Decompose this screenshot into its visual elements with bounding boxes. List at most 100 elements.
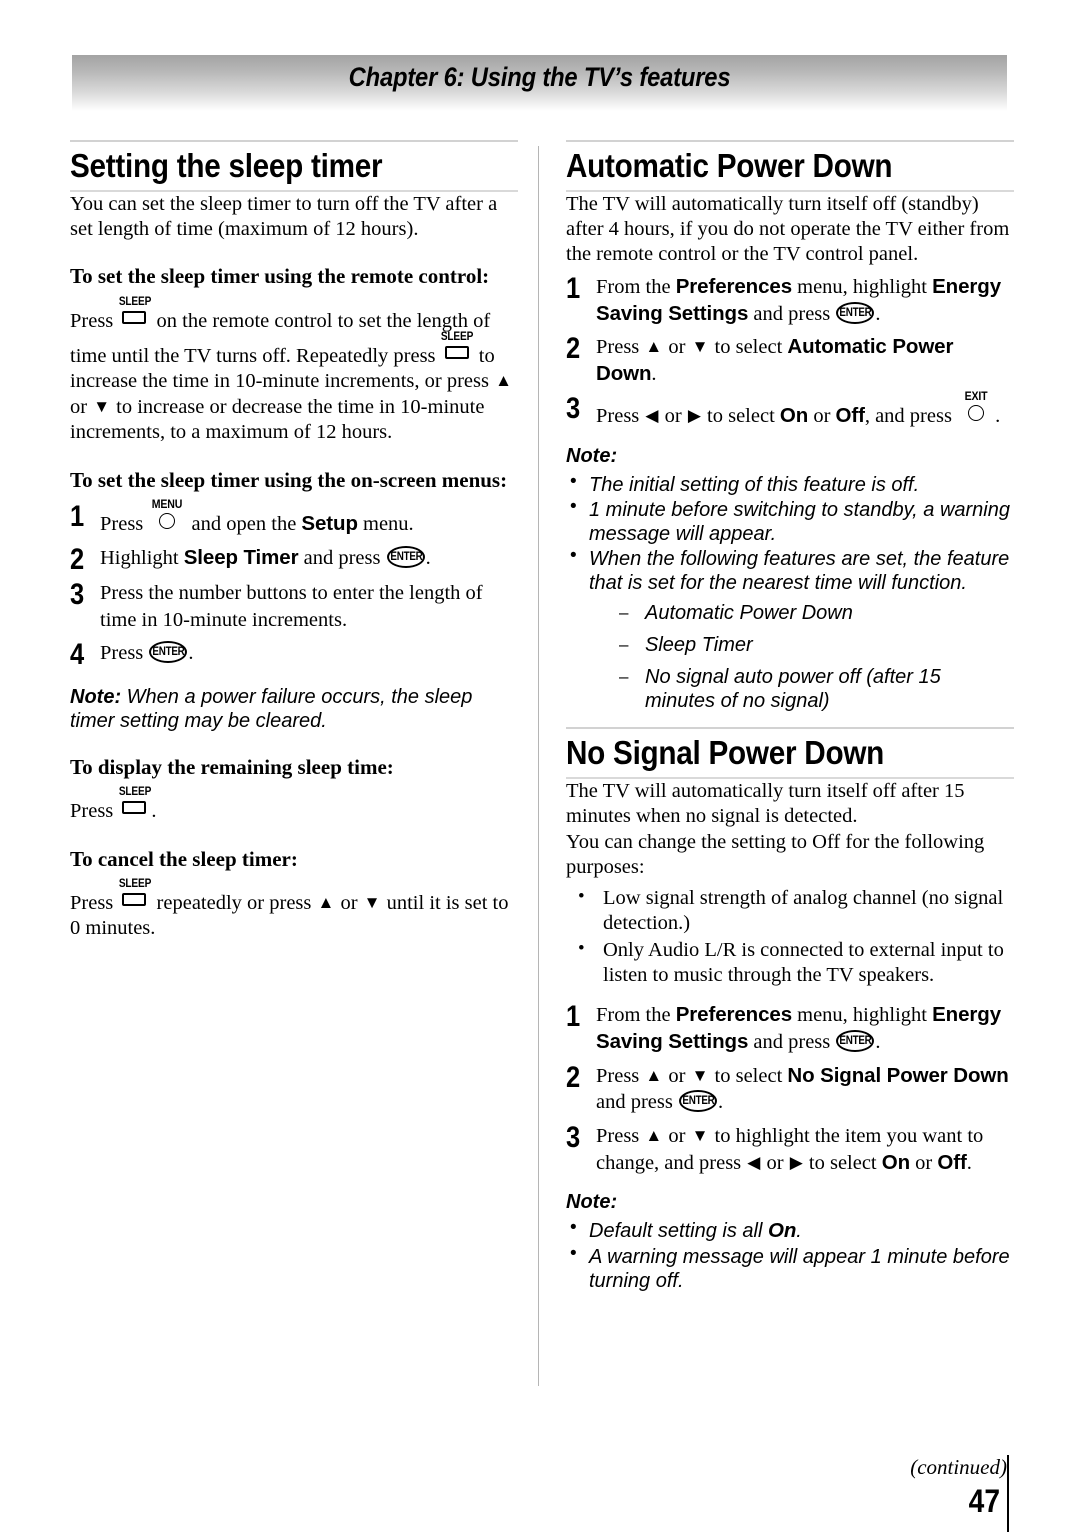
subheading-on-screen-menus: To set the sleep timer using the on-scre… [70, 467, 508, 492]
text-fragment: or [663, 336, 691, 359]
section-no-signal-power-down: No Signal Power Down The TV will automat… [566, 727, 1014, 1293]
step-text: From the Preferences menu, highlight Ene… [596, 274, 1014, 327]
text-fragment: . [651, 362, 657, 385]
text-fragment: , and press [864, 405, 958, 428]
text-fragment: From the [596, 1004, 676, 1027]
text-fragment: or [70, 395, 93, 418]
step-item: 3 Press ▲ or ▼ to highlight the item you… [566, 1123, 1014, 1176]
text-fragment: Press [596, 336, 645, 359]
text-fragment: and press [748, 1030, 836, 1053]
note-sub-list: Automatic Power Down Sleep Timer No sign… [589, 601, 1014, 713]
menu-name-sleep-timer: Sleep Timer [183, 545, 299, 569]
enter-key-icon: ENTER [149, 640, 188, 664]
note-list-item: When the following features are set, the… [566, 545, 1014, 713]
step-text: Press ▲ or ▼ to highlight the item you w… [596, 1123, 1014, 1176]
text-fragment: From the [596, 275, 676, 298]
step-item: 3 Press the number buttons to enter the … [70, 580, 518, 633]
intro-paragraph: You can set the sleep timer to turn off … [70, 192, 498, 241]
note-block-no-signal-power-down: Note: Default setting is all On. A warni… [566, 1190, 1014, 1293]
text-fragment: menu. [357, 512, 414, 535]
note-list-item: A warning message will appear 1 minute b… [566, 1243, 1014, 1293]
step-text: Highlight Sleep Timer and press ENTER. [100, 545, 518, 572]
text-fragment: . [717, 1091, 724, 1114]
note-sub-list-item: Sleep Timer [619, 633, 1014, 657]
enter-key-icon: ENTER [836, 1029, 875, 1053]
text-fragment: or [335, 891, 363, 914]
continued-label: (continued) [910, 1455, 1007, 1479]
step-number: 3 [566, 392, 581, 426]
step-text: Press MENU and open the Setup menu. [100, 498, 518, 538]
intro-paragraph-line2: You can change the setting to Off for th… [566, 830, 985, 878]
step-text: Press ENTER. [100, 640, 518, 667]
note-list-item-text: When the following features are set, the… [589, 548, 1010, 595]
text-fragment: or [663, 1124, 691, 1147]
text-fragment: and open the [186, 512, 302, 535]
section-automatic-power-down: Automatic Power Down The TV will automat… [566, 140, 1014, 713]
column-divider [538, 146, 539, 1386]
text-fragment: . [796, 1220, 802, 1243]
text-fragment: and press [298, 546, 386, 569]
note-power-failure: Note: When a power failure occurs, the s… [70, 685, 518, 733]
note-label: Note: [566, 445, 618, 468]
step-item: 2 Press ▲ or ▼ to select No Signal Power… [566, 1060, 1014, 1116]
page-number: 47 [968, 1483, 1000, 1519]
note-label: Note: [70, 685, 122, 708]
left-column: Setting the sleep timer You can set the … [70, 140, 518, 942]
text-fragment: menu, highlight [792, 275, 933, 298]
purpose-bullet-list: Low signal strength of analog channel (n… [566, 885, 1014, 988]
step-text: From the Preferences menu, highlight Ene… [596, 1002, 1014, 1055]
note-list-item: The initial setting of this feature is o… [566, 471, 1014, 497]
step-item: 1 From the Preferences menu, highlight E… [566, 1002, 1014, 1055]
steps-on-screen-menus: 1 Press MENU and open the Setup menu. 2 … [70, 498, 518, 672]
manual-page: Chapter 6: Using the TV’s features Setti… [0, 0, 1080, 1532]
step-item: 1 From the Preferences menu, highlight E… [566, 274, 1014, 327]
down-arrow-icon: ▼ [93, 396, 111, 416]
menu-key-icon: MENU [150, 498, 184, 532]
option-on: On [881, 1150, 911, 1174]
text-fragment: Press [70, 800, 119, 823]
heading-rule-top [566, 140, 1014, 142]
display-remaining-instructions: Press SLEEP. [70, 787, 518, 824]
remote-control-instructions: Press SLEEP on the remote control to set… [70, 296, 518, 446]
down-arrow-icon: ▼ [691, 1125, 709, 1145]
down-arrow-icon: ▼ [363, 892, 381, 912]
option-on: On [767, 1219, 797, 1243]
note-list-item-text: Default setting is all [589, 1220, 768, 1243]
right-arrow-icon: ▶ [789, 1152, 803, 1172]
enter-key-icon: ENTER [386, 545, 425, 569]
text-fragment: Press [596, 405, 645, 428]
menu-name-setup: Setup [301, 511, 358, 535]
text-fragment: or [761, 1151, 789, 1174]
exit-key-icon: EXIT [959, 390, 993, 424]
step-number: 2 [566, 332, 581, 366]
option-off: Off [937, 1150, 967, 1174]
note-label: Note: [566, 1191, 618, 1214]
text-fragment: . [425, 546, 431, 569]
chapter-title: Chapter 6: Using the TV’s features [348, 62, 731, 92]
note-list-item: Default setting is all On. [566, 1217, 1014, 1244]
sleep-key-icon: SLEEP [119, 296, 151, 329]
text-fragment: . [151, 800, 157, 823]
section-setting-the-sleep-timer: Setting the sleep timer You can set the … [70, 140, 518, 942]
text-fragment: or [910, 1151, 938, 1174]
intro-paragraph-line1: The TV will automatically turn itself of… [566, 779, 965, 828]
step-number: 2 [566, 1060, 581, 1094]
down-arrow-icon: ▼ [691, 1065, 709, 1085]
step-number: 1 [70, 499, 85, 533]
enter-key-icon: ENTER [836, 301, 875, 325]
step-item: 4 Press ENTER. [70, 638, 518, 672]
text-fragment: and press [596, 1091, 678, 1114]
text-fragment: to select [803, 1151, 882, 1174]
step-item: 1 Press MENU and open the Setup menu. [70, 498, 518, 538]
up-arrow-icon: ▲ [645, 337, 663, 357]
option-off: Off [835, 404, 865, 428]
step-text: Press ▲ or ▼ to select Automatic Power D… [596, 334, 1014, 387]
text-fragment: repeatedly or press [151, 891, 317, 914]
text-fragment: to increase or decrease the time in 10-m… [70, 395, 485, 444]
step-number: 4 [70, 638, 85, 672]
heading-rule-top [70, 140, 518, 142]
menu-name-preferences: Preferences [675, 274, 793, 298]
text-fragment: or [663, 1064, 691, 1087]
up-arrow-icon: ▲ [317, 892, 335, 912]
note-block-automatic-power-down: Note: The initial setting of this featur… [566, 444, 1014, 713]
